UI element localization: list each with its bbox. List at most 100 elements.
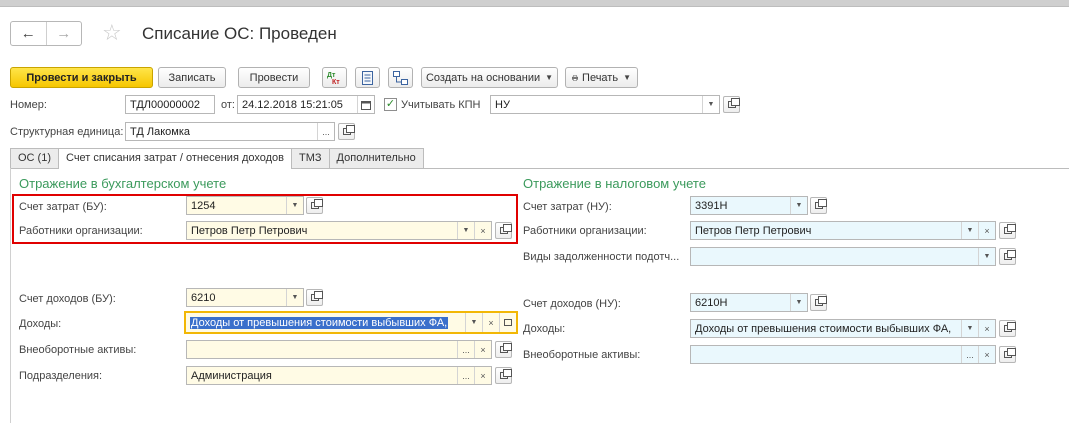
number-label: Номер: [10, 99, 47, 111]
clear-icon[interactable]: × [978, 320, 995, 337]
save-button[interactable]: Записать [158, 67, 226, 88]
report-button[interactable] [355, 67, 380, 88]
unit-field[interactable]: ТД Лакомка ... [125, 122, 335, 141]
structure-button[interactable] [388, 67, 413, 88]
bu-income-account-open-button[interactable] [306, 289, 323, 306]
nu-income-account-open-button[interactable] [810, 294, 827, 311]
nu-noncurrent-field[interactable]: ... × [690, 345, 996, 364]
hierarchy-icon [393, 70, 408, 85]
nu-debt-types-open-button[interactable] [999, 248, 1016, 265]
bu-employees-field[interactable]: Петров Петр Петрович ▼ × [186, 221, 492, 240]
chevron-down-icon[interactable]: ▼ [790, 197, 807, 214]
nu-income-account-field[interactable]: 6210Н ▼ [690, 293, 808, 312]
print-label: Печать [582, 71, 619, 84]
bu-cost-account-label: Счет затрат (БУ): [19, 201, 107, 213]
chevron-down-icon[interactable]: ▼ [961, 320, 978, 337]
dt-kt-icon: Дт Кт [327, 72, 340, 85]
bu-employees-open-button[interactable] [495, 222, 512, 239]
chevron-down-icon[interactable]: ▼ [961, 222, 978, 239]
bu-noncurrent-open-button[interactable] [495, 341, 512, 358]
chevron-down-icon[interactable]: ▼ [286, 197, 303, 214]
tab-inventory[interactable]: ТМЗ [291, 148, 330, 168]
bu-noncurrent-field[interactable]: ... × [186, 340, 492, 359]
bu-cost-account-value: 1254 [191, 200, 216, 212]
nu-income-label: Доходы: [523, 323, 566, 335]
select-ellipsis-icon[interactable]: ... [961, 346, 978, 363]
bu-division-label: Подразделения: [19, 370, 103, 382]
bu-income-field[interactable]: Доходы от превышения стоимости выбывших … [184, 311, 518, 334]
open-window-icon [342, 125, 355, 135]
kpn-checkbox[interactable]: ✓ [384, 98, 397, 111]
clear-icon[interactable]: × [482, 313, 499, 332]
nu-income-open-button[interactable] [999, 320, 1016, 337]
print-button[interactable]: Печать ▼ [565, 67, 638, 88]
nu-employees-open-button[interactable] [999, 222, 1016, 239]
tab-bar: ОС (1) Счет списания затрат / отнесения … [10, 148, 424, 169]
kpn-select[interactable]: НУ ▼ [490, 95, 720, 114]
bu-division-open-button[interactable] [495, 367, 512, 384]
panel-left-border [10, 168, 11, 423]
nu-cost-account-field[interactable]: 3391Н ▼ [690, 196, 808, 215]
nu-noncurrent-open-button[interactable] [999, 346, 1016, 363]
select-ellipsis-icon[interactable]: ... [317, 123, 334, 140]
open-window-icon [310, 291, 323, 301]
select-ellipsis-icon[interactable]: ... [457, 341, 474, 358]
unit-open-button[interactable] [338, 123, 355, 140]
nu-employees-field[interactable]: Петров Петр Петрович ▼ × [690, 221, 996, 240]
kpn-open-button[interactable] [723, 96, 740, 113]
dt-kt-button[interactable]: Дт Кт [322, 67, 347, 88]
forward-arrow-icon[interactable]: → [45, 22, 82, 45]
nav-buttons: ← → [10, 21, 82, 46]
number-field[interactable]: ТДЛ00000002 [125, 95, 215, 114]
nu-income-account-label: Счет доходов (НУ): [523, 298, 621, 310]
open-window-icon [1003, 348, 1016, 358]
calendar-icon[interactable] [357, 96, 374, 113]
chevron-down-icon[interactable]: ▼ [978, 248, 995, 265]
svg-text:Дт: Дт [327, 72, 336, 79]
chevron-down-icon[interactable]: ▼ [286, 289, 303, 306]
kpn-label: Учитывать КПН [401, 99, 481, 111]
nu-cost-account-value: 3391Н [695, 200, 728, 212]
date-field[interactable]: 24.12.2018 15:21:05 [237, 95, 375, 114]
kpn-value: НУ [495, 99, 510, 111]
chevron-down-icon: ▼ [623, 73, 631, 82]
bu-division-field[interactable]: Администрация ... × [186, 366, 492, 385]
back-arrow-icon[interactable]: ← [11, 22, 46, 45]
clear-icon[interactable]: × [978, 346, 995, 363]
favorite-star-icon[interactable]: ☆ [102, 20, 122, 46]
chevron-down-icon: ▼ [545, 73, 554, 82]
bu-employees-value: Петров Петр Петрович [191, 225, 308, 237]
page-title: Списание ОС: Проведен [142, 24, 337, 43]
clear-icon[interactable]: × [474, 222, 491, 239]
svg-text:Кт: Кт [332, 79, 340, 85]
post-button[interactable]: Провести [238, 67, 310, 88]
nu-cost-account-label: Счет затрат (НУ): [523, 201, 612, 213]
chevron-down-icon[interactable]: ▼ [790, 294, 807, 311]
nu-debt-types-field[interactable]: ▼ [690, 247, 996, 266]
nu-employees-value: Петров Петр Петрович [695, 225, 812, 237]
bu-cost-account-open-button[interactable] [306, 197, 323, 214]
nu-cost-account-open-button[interactable] [810, 197, 827, 214]
date-value: 24.12.2018 15:21:05 [242, 99, 343, 111]
bu-division-value: Администрация [191, 370, 272, 382]
bu-noncurrent-label: Внеоборотные активы: [19, 344, 137, 356]
post-and-close-button[interactable]: Провести и закрыть [10, 67, 153, 88]
clear-icon[interactable]: × [474, 367, 491, 384]
clear-icon[interactable]: × [474, 341, 491, 358]
bu-income-account-value: 6210 [191, 292, 216, 304]
nu-income-field[interactable]: Доходы от превышения стоимости выбывших … [690, 319, 996, 338]
select-ellipsis-icon[interactable]: ... [457, 367, 474, 384]
tab-additional[interactable]: Дополнительно [328, 148, 424, 168]
chevron-down-icon[interactable]: ▼ [702, 96, 719, 113]
open-window-icon[interactable] [499, 313, 516, 332]
chevron-down-icon[interactable]: ▼ [457, 222, 474, 239]
nu-debt-types-value [691, 248, 978, 265]
bu-income-account-field[interactable]: 6210 ▼ [186, 288, 304, 307]
clear-icon[interactable]: × [978, 222, 995, 239]
tab-cost-income-accounts[interactable]: Счет списания затрат / отнесения доходов [58, 148, 293, 169]
create-based-on-button[interactable]: Создать на основании ▼ [421, 67, 558, 88]
bu-income-selected-text: Доходы от превышения стоимости выбывших … [190, 317, 449, 329]
tab-fixed-assets[interactable]: ОС (1) [10, 148, 59, 168]
bu-cost-account-field[interactable]: 1254 ▼ [186, 196, 304, 215]
chevron-down-icon[interactable]: ▼ [465, 313, 482, 332]
